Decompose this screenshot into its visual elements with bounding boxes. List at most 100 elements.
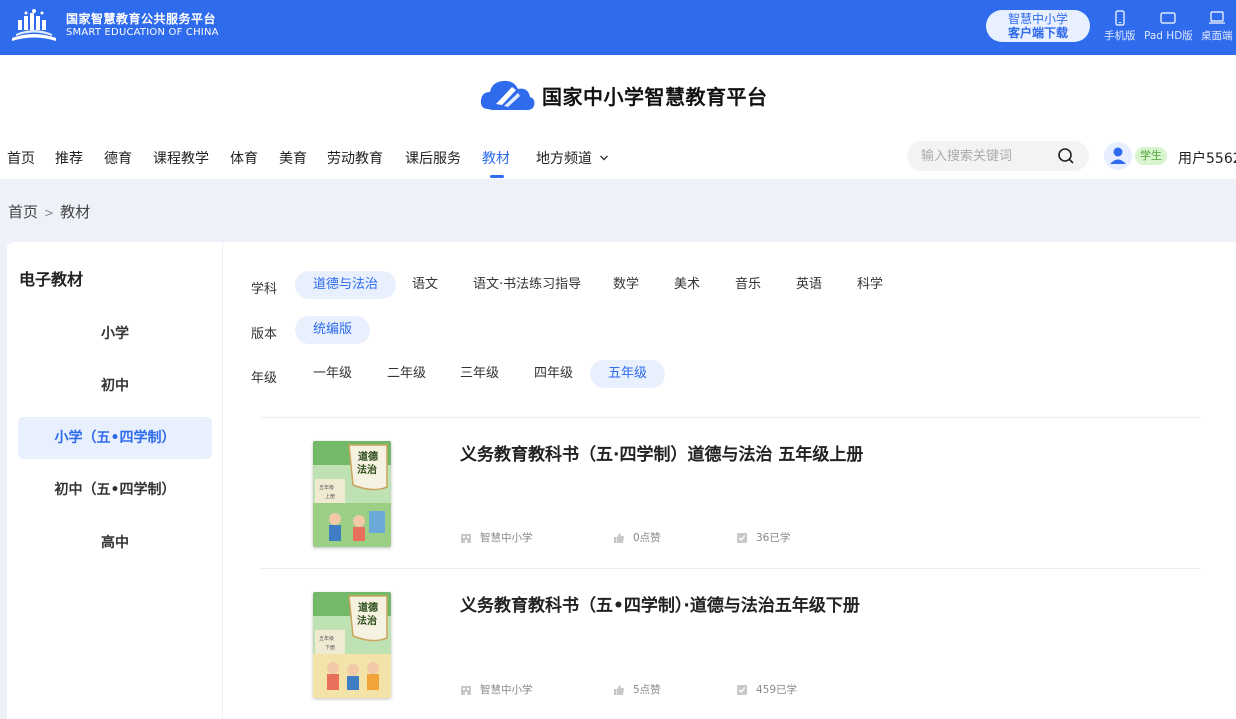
header: 国家中小学智慧教育平台 首页 推荐 德育 课程教学 体育 美育 劳动教育 课后服…: [0, 55, 1236, 179]
building-icon: [461, 533, 471, 543]
subject-filter-label: 学科: [251, 282, 278, 297]
active-nav-indicator: [490, 175, 504, 178]
sidebar-item-junior[interactable]: 初中: [18, 365, 212, 407]
search-input[interactable]: [921, 147, 1051, 165]
main-content: 学科 道德与法治 语文 语文·书法练习指导 数学 美术 音乐 英语 科学 版本 …: [223, 242, 1236, 719]
subject-chip-morality[interactable]: 道德与法治: [295, 271, 397, 299]
avatar[interactable]: [1104, 142, 1132, 170]
breadcrumb-home[interactable]: 首页: [8, 203, 38, 221]
device-desktop-label: 桌面端: [1201, 30, 1233, 42]
download-line2: 客户端下载: [1007, 26, 1068, 40]
device-desktop-link[interactable]: 桌面端: [1201, 10, 1233, 43]
subject-filter: 学科 道德与法治 语文 语文·书法练习指导 数学 美术 音乐 英语 科学: [223, 271, 1223, 301]
nav-labor[interactable]: 劳动教育: [327, 148, 383, 168]
device-mobile-link[interactable]: 手机版: [1104, 10, 1136, 43]
nav-courses[interactable]: 课程教学: [153, 148, 209, 168]
sidebar-item-junior-54[interactable]: 初中（五•四学制）: [18, 469, 212, 511]
grade-filter-label: 年级: [251, 371, 278, 386]
book-likes: 5点赞: [613, 682, 661, 697]
book-cover[interactable]: 道德 法治 五年级 下册: [313, 592, 391, 698]
brand-name-cn: 国家智慧教育公共服务平台: [66, 12, 217, 27]
user-icon: [1110, 147, 1126, 164]
nav-after-school[interactable]: 课后服务: [405, 148, 461, 168]
subject-chip-chinese[interactable]: 语文: [394, 271, 456, 299]
book-publisher-text: 智慧中小学: [480, 684, 533, 696]
sidebar: 电子教材 小学 初中 小学（五•四学制） 初中（五•四学制） 高中: [7, 242, 222, 719]
breadcrumb: 首页 > 教材: [8, 201, 90, 222]
sidebar-title: 电子教材: [19, 270, 84, 289]
username[interactable]: 用户5562: [1178, 148, 1236, 168]
thumbs-up-icon: [614, 532, 624, 543]
grade-chip-1[interactable]: 一年级: [295, 360, 370, 388]
nav-home[interactable]: 首页: [7, 148, 35, 168]
book-learners: 459已学: [736, 682, 797, 697]
cover-title-line2: 法治: [357, 614, 377, 627]
subject-chip-science[interactable]: 科学: [839, 271, 901, 299]
platform-logo[interactable]: 国家中小学智慧教育平台: [478, 73, 768, 117]
chevron-down-icon: [600, 155, 609, 161]
book-item[interactable]: 道德 法治 五年级 上册 义务教育教科书（五·四学制）道德与法治 五年级上册 智…: [260, 418, 1201, 568]
cover-grade: 五年级: [319, 635, 334, 642]
cover-grade: 五年级: [319, 484, 334, 491]
book-cover-image: 道德 法治 五年级 上册: [313, 441, 391, 547]
subject-chip-english[interactable]: 英语: [778, 271, 840, 299]
subject-chip-music[interactable]: 音乐: [717, 271, 779, 299]
grade-chip-4[interactable]: 四年级: [516, 360, 591, 388]
book-publisher: 智慧中小学: [460, 682, 533, 697]
book-likes-text: 0点赞: [633, 532, 661, 544]
book-title[interactable]: 义务教育教科书（五•四学制）·道德与法治五年级下册: [460, 591, 860, 616]
book-cover-image: 道德 法治 五年级 下册: [313, 592, 391, 698]
search-box: [907, 141, 1089, 171]
edition-filter-label: 版本: [251, 327, 278, 342]
breadcrumb-separator: >: [44, 206, 55, 220]
role-badge: 学生: [1135, 147, 1167, 165]
building-icon: [461, 685, 471, 695]
learned-icon: [737, 532, 747, 543]
nav-textbooks[interactable]: 教材: [482, 148, 510, 168]
cover-volume: 上册: [325, 493, 335, 500]
cloud-book-logo-icon: [480, 80, 535, 111]
sidebar-item-primary[interactable]: 小学: [18, 313, 212, 355]
nav-arts[interactable]: 美育: [279, 148, 307, 168]
nav-local-channel[interactable]: 地方频道: [536, 148, 609, 168]
search-icon[interactable]: [1057, 147, 1075, 165]
book-learners: 36已学: [736, 530, 790, 545]
grade-filter: 年级 一年级 二年级 三年级 四年级 五年级: [223, 360, 1223, 390]
book-publisher: 智慧中小学: [460, 530, 533, 545]
learned-icon: [737, 684, 747, 695]
sidebar-item-senior[interactable]: 高中: [18, 522, 212, 564]
device-pad-link[interactable]: Pad HD版: [1144, 10, 1193, 43]
phone-icon: [1115, 10, 1125, 26]
grade-chip-3[interactable]: 三年级: [442, 360, 517, 388]
book-likes-text: 5点赞: [633, 684, 661, 696]
laptop-icon: [1208, 11, 1225, 24]
book-learners-text: 36已学: [756, 532, 791, 544]
nav-recommend[interactable]: 推荐: [55, 148, 83, 168]
brand[interactable]: 国家智慧教育公共服务平台 SMART EDUCATION OF CHINA: [8, 8, 219, 44]
subject-chip-calligraphy[interactable]: 语文·书法练习指导: [455, 271, 599, 299]
book-learners-text: 459已学: [756, 684, 798, 696]
book-item[interactable]: 道德 法治 五年级 下册 义务教育教科书（五•四学制）·道德与法治五年级下册 智…: [260, 569, 1201, 719]
grade-chip-5[interactable]: 五年级: [590, 360, 666, 388]
thumbs-up-icon: [614, 684, 624, 695]
cover-title-line1: 道德: [358, 450, 378, 463]
platform-logo-text: 国家中小学智慧教育平台: [542, 84, 768, 109]
subject-chip-math[interactable]: 数学: [595, 271, 657, 299]
sidebar-item-primary-54[interactable]: 小学（五•四学制）: [18, 417, 212, 459]
cover-volume: 下册: [325, 645, 335, 651]
grade-chip-2[interactable]: 二年级: [369, 360, 444, 388]
client-download-button[interactable]: 智慧中小学 客户端下载: [986, 10, 1090, 42]
brand-name-en: SMART EDUCATION OF CHINA: [66, 27, 219, 39]
tablet-icon: [1160, 12, 1176, 24]
cover-title-line1: 道德: [358, 601, 378, 614]
book-title[interactable]: 义务教育教科书（五·四学制）道德与法治 五年级上册: [460, 440, 863, 465]
cover-title-line2: 法治: [357, 463, 377, 476]
nav-sports[interactable]: 体育: [230, 148, 258, 168]
book-cover[interactable]: 道德 法治 五年级 上册: [313, 441, 391, 547]
device-pad-label: Pad HD版: [1144, 30, 1193, 42]
subject-chip-art[interactable]: 美术: [656, 271, 718, 299]
nav-local-channel-label: 地方频道: [536, 151, 592, 167]
edition-chip-tongbian[interactable]: 统编版: [295, 316, 371, 344]
nav-moral[interactable]: 德育: [104, 148, 132, 168]
book-publisher-text: 智慧中小学: [480, 532, 533, 544]
